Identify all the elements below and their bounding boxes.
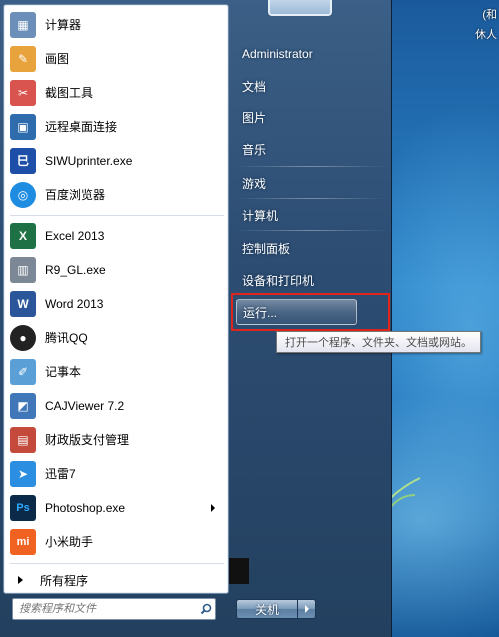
right-item-pictures[interactable]: 图片 (236, 104, 386, 130)
program-item-photoshop[interactable]: Ps Photoshop.exe (8, 491, 223, 524)
desktop-icon-label[interactable]: (和 (482, 8, 497, 22)
shutdown-button[interactable]: 关机 (236, 599, 298, 619)
program-label: 画图 (45, 52, 70, 66)
program-label: 百度浏览器 (45, 188, 106, 202)
program-label: SIWUprinter.exe (45, 153, 133, 168)
right-item-label: 音乐 (242, 142, 267, 157)
highlight-annotation (231, 293, 390, 331)
right-item-computer[interactable]: 计算机 (236, 202, 386, 228)
divider (10, 563, 224, 564)
user-picture[interactable] (268, 0, 332, 16)
calculator-icon: ▦ (10, 11, 36, 38)
snipping-tool-icon: ✂ (10, 79, 36, 106)
program-label: 迅雷7 (45, 467, 76, 481)
right-item-documents[interactable]: 文档 (236, 73, 386, 99)
qq-penguin-icon: ● (10, 324, 36, 351)
notepad-icon: ✐ (10, 358, 36, 385)
program-list-pane: ▦ 计算器 ✎ 画图 ✂ 截图工具 ▣ 远程桌面连接 巳 SIWUprinter… (3, 4, 229, 594)
dark-block (229, 558, 249, 584)
all-programs-label: 所有程序 (40, 573, 89, 588)
program-item-cajviewer[interactable]: ◩ CAJViewer 7.2 (8, 389, 223, 422)
program-label: 远程桌面连接 (45, 120, 118, 134)
baidu-browser-icon: ◎ (10, 181, 36, 208)
right-item-label: 图片 (242, 110, 267, 125)
divider (236, 198, 386, 199)
divider (236, 230, 386, 231)
word-icon: W (10, 290, 36, 317)
run-tooltip: 打开一个程序、文件夹、文档或网站。 (276, 331, 481, 353)
search-icon[interactable] (197, 600, 215, 618)
program-item-xunlei[interactable]: ➤ 迅雷7 (8, 457, 223, 490)
program-item-remote-desktop[interactable]: ▣ 远程桌面连接 (8, 110, 223, 143)
program-label: 计算器 (45, 18, 82, 32)
program-item-payment-manager[interactable]: ▤ 财政版支付管理 (8, 423, 223, 456)
photoshop-icon: Ps (10, 494, 36, 521)
program-label: 记事本 (45, 365, 82, 379)
program-item-snipping-tool[interactable]: ✂ 截图工具 (8, 76, 223, 109)
submenu-arrow-icon[interactable] (211, 503, 215, 512)
program-item-siwuprinter[interactable]: 巳 SIWUprinter.exe (8, 144, 223, 177)
program-item-xiaomi-assistant[interactable]: mi 小米助手 (8, 525, 223, 558)
right-item-music[interactable]: 音乐 (236, 136, 386, 162)
program-label: Word 2013 (45, 296, 104, 311)
paint-icon: ✎ (10, 45, 36, 72)
program-label: CAJViewer 7.2 (45, 398, 125, 413)
xiaomi-assistant-icon: mi (10, 528, 36, 555)
program-item-excel[interactable]: X Excel 2013 (8, 219, 223, 252)
divider (236, 166, 386, 167)
program-label: 腾讯QQ (45, 331, 88, 345)
xunlei-icon: ➤ (10, 460, 36, 487)
program-label: Photoshop.exe (45, 500, 126, 515)
right-item-control-panel[interactable]: 控制面板 (236, 235, 386, 261)
excel-icon: X (10, 222, 36, 249)
right-item-devices-and-printers[interactable]: 设备和打印机 (236, 267, 386, 293)
siwuprinter-icon: 巳 (10, 147, 36, 174)
program-label: Excel 2013 (45, 228, 105, 243)
program-item-notepad[interactable]: ✐ 记事本 (8, 355, 223, 388)
payment-manager-icon: ▤ (10, 426, 36, 453)
shutdown-options-button[interactable] (298, 599, 316, 619)
program-label: 截图工具 (45, 86, 94, 100)
right-item-label: 文档 (242, 79, 267, 94)
search-box[interactable] (12, 598, 216, 620)
program-item-word[interactable]: W Word 2013 (8, 287, 223, 320)
program-label: R9_GL.exe (45, 262, 106, 277)
search-input[interactable] (13, 601, 197, 617)
program-item-paint[interactable]: ✎ 画图 (8, 42, 223, 75)
right-item-user-name[interactable]: Administrator (236, 41, 386, 67)
divider (10, 215, 224, 216)
program-item-r9-gl[interactable]: ▥ R9_GL.exe (8, 253, 223, 286)
program-label: 财政版支付管理 (45, 433, 130, 447)
chevron-right-icon (304, 605, 309, 613)
r9-gl-icon: ▥ (10, 256, 36, 283)
desktop-icon-label[interactable]: 休人 (475, 28, 497, 42)
start-menu: ▦ 计算器 ✎ 画图 ✂ 截图工具 ▣ 远程桌面连接 巳 SIWUprinter… (0, 0, 481, 637)
program-label: 小米助手 (45, 535, 94, 549)
right-item-label: 设备和打印机 (242, 273, 315, 288)
cajviewer-icon: ◩ (10, 392, 36, 419)
all-programs-button[interactable]: 所有程序 (8, 568, 223, 592)
right-item-label: 游戏 (242, 176, 267, 191)
expand-arrow-icon (18, 576, 23, 584)
remote-desktop-icon: ▣ (10, 113, 36, 140)
right-item-games[interactable]: 游戏 (236, 170, 386, 196)
program-item-calculator[interactable]: ▦ 计算器 (8, 8, 223, 41)
right-item-label: 计算机 (242, 208, 279, 223)
right-item-label: Administrator (242, 47, 313, 61)
program-item-baidu-browser[interactable]: ◎ 百度浏览器 (8, 178, 223, 211)
right-item-label: 控制面板 (242, 241, 291, 256)
program-item-qq[interactable]: ● 腾讯QQ (8, 321, 223, 354)
